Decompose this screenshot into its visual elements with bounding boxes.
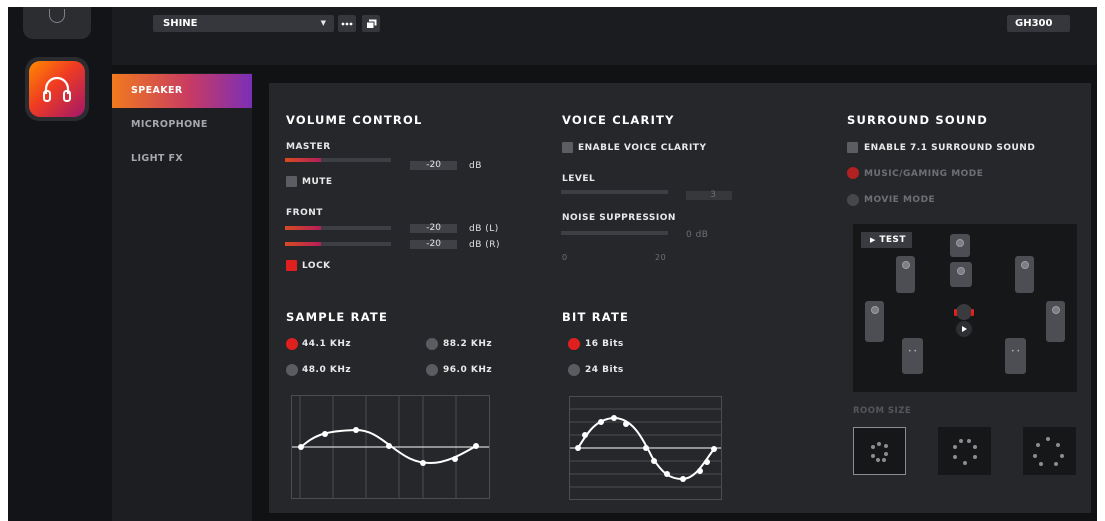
rear-left-speaker-dots: • •	[908, 348, 917, 355]
front-left-value-box[interactable]: -20	[410, 224, 457, 233]
nav-item-speaker[interactable]: SPEAKER	[112, 74, 252, 108]
sample-rate-96-0-label: 96.0 KHz	[443, 365, 493, 375]
bit-rate-16-radio[interactable]	[568, 338, 580, 350]
front-label: FRONT	[286, 208, 323, 218]
app-shape-icon	[49, 9, 65, 23]
level-label: LEVEL	[562, 174, 596, 184]
front-right-slider[interactable]	[285, 242, 391, 246]
rear-right-speaker-dots: • •	[1011, 348, 1020, 355]
bit-rate-24-radio[interactable]	[568, 364, 580, 376]
rear-left-speaker[interactable]: • •	[902, 338, 923, 374]
front-right-value-box[interactable]: -20	[410, 240, 457, 249]
copy-profile-button[interactable]	[362, 15, 380, 32]
voice-clarity-title: VOICE CLARITY	[562, 113, 675, 127]
level-value-box[interactable]: 3	[686, 191, 732, 200]
top-bar: SHINE ▼ GH300	[112, 7, 1097, 65]
enable-surround-checkbox[interactable]	[847, 142, 858, 153]
mute-checkbox[interactable]	[286, 176, 297, 187]
chevron-down-icon: ▼	[320, 19, 326, 27]
master-label: MASTER	[286, 142, 331, 152]
rear-right-speaker[interactable]: • •	[1005, 338, 1026, 374]
front-left-fill	[285, 226, 321, 230]
lock-checkbox[interactable]	[286, 260, 297, 271]
headphones-icon	[43, 76, 71, 102]
bit-rate-title: BIT RATE	[562, 310, 630, 324]
movie-mode-radio[interactable]	[847, 194, 859, 206]
sample-rate-title: SAMPLE RATE	[286, 310, 389, 324]
nav-item-light-fx[interactable]: LIGHT FX	[112, 142, 252, 176]
device-name-badge[interactable]: GH300	[1007, 15, 1070, 32]
profile-select[interactable]: SHINE ▼	[153, 15, 334, 32]
master-unit: dB	[469, 161, 482, 171]
master-volume-slider[interactable]	[285, 158, 391, 162]
center-speaker-top[interactable]	[950, 234, 970, 257]
master-volume-fill	[285, 158, 321, 162]
test-button-label: TEST	[879, 235, 906, 245]
master-value-box[interactable]: -20	[410, 161, 457, 170]
side-nav: SPEAKER MICROPHONE LIGHT FX	[112, 73, 252, 521]
side-left-speaker[interactable]	[865, 301, 884, 342]
room-size-large[interactable]	[1023, 427, 1076, 475]
sample-rate-48-0-radio[interactable]	[286, 364, 298, 376]
surround-sound-title: SURROUND SOUND	[847, 113, 988, 127]
level-slider[interactable]	[561, 190, 668, 194]
sample-waveform-graphic	[292, 396, 489, 498]
front-right-speaker[interactable]	[1015, 256, 1034, 293]
ellipsis-icon	[341, 22, 353, 25]
headset-app-tile[interactable]	[25, 57, 89, 121]
noise-suppression-value: 0 dB	[686, 230, 709, 240]
enable-voice-clarity-checkbox[interactable]	[562, 142, 573, 153]
sample-rate-waveform	[291, 395, 490, 499]
sample-rate-88-2-radio[interactable]	[426, 338, 438, 350]
movie-mode-label: MOVIE MODE	[864, 195, 936, 205]
sample-rate-44-1-label: 44.1 KHz	[302, 339, 352, 349]
room-size-small[interactable]	[853, 427, 906, 475]
more-options-button[interactable]	[338, 15, 356, 32]
front-left-unit: dB (L)	[469, 224, 499, 234]
mute-label: MUTE	[302, 177, 333, 187]
bit-rate-24-label: 24 Bits	[585, 365, 624, 375]
bit-waveform-graphic	[570, 408, 721, 488]
room-size-medium[interactable]	[938, 427, 991, 475]
sample-rate-96-0-radio[interactable]	[426, 364, 438, 376]
front-left-speaker[interactable]	[896, 256, 915, 293]
nav-item-microphone[interactable]: MICROPHONE	[112, 108, 252, 142]
sample-rate-48-0-label: 48.0 KHz	[302, 365, 352, 375]
speaker-layout-preview: ▶ TEST • • • •	[853, 224, 1077, 392]
profile-select-value: SHINE	[163, 18, 198, 29]
sample-rate-88-2-label: 88.2 KHz	[443, 339, 493, 349]
listener-head-icon	[954, 304, 974, 337]
front-right-unit: dB (R)	[469, 240, 501, 250]
sample-rate-44-1-radio[interactable]	[286, 338, 298, 350]
volume-control-title: VOLUME CONTROL	[286, 113, 423, 127]
lock-label: LOCK	[302, 261, 331, 271]
noise-suppression-label: NOISE SUPPRESSION	[562, 213, 676, 223]
copy-icon	[365, 19, 376, 29]
side-right-speaker[interactable]	[1046, 301, 1065, 342]
enable-voice-clarity-label: ENABLE VOICE CLARITY	[578, 143, 707, 153]
center-speaker[interactable]	[950, 262, 972, 287]
scale-max-label: 20	[655, 253, 667, 262]
scale-min-label: 0	[562, 253, 568, 262]
room-size-label: ROOM SIZE	[853, 406, 912, 416]
noise-suppression-slider[interactable]	[561, 231, 668, 235]
speaker-settings-panel: VOLUME CONTROL MASTER -20 dB MUTE FRONT …	[269, 83, 1091, 513]
bit-rate-16-label: 16 Bits	[585, 339, 624, 349]
rail-app-tile-top[interactable]	[23, 7, 91, 39]
music-gaming-mode-label: MUSIC/GAMING MODE	[864, 169, 984, 179]
test-button[interactable]: ▶ TEST	[861, 232, 912, 248]
app-window: SHINE ▼ GH300 SPEAKER MICROPHONE LIGHT F…	[8, 7, 1097, 521]
play-icon: ▶	[870, 236, 876, 244]
front-left-slider[interactable]	[285, 226, 391, 230]
enable-surround-label: ENABLE 7.1 SURROUND SOUND	[864, 143, 1036, 153]
app-rail	[8, 7, 112, 521]
bit-rate-waveform	[569, 396, 722, 500]
music-gaming-mode-radio[interactable]	[847, 167, 859, 179]
front-right-fill	[285, 242, 321, 246]
